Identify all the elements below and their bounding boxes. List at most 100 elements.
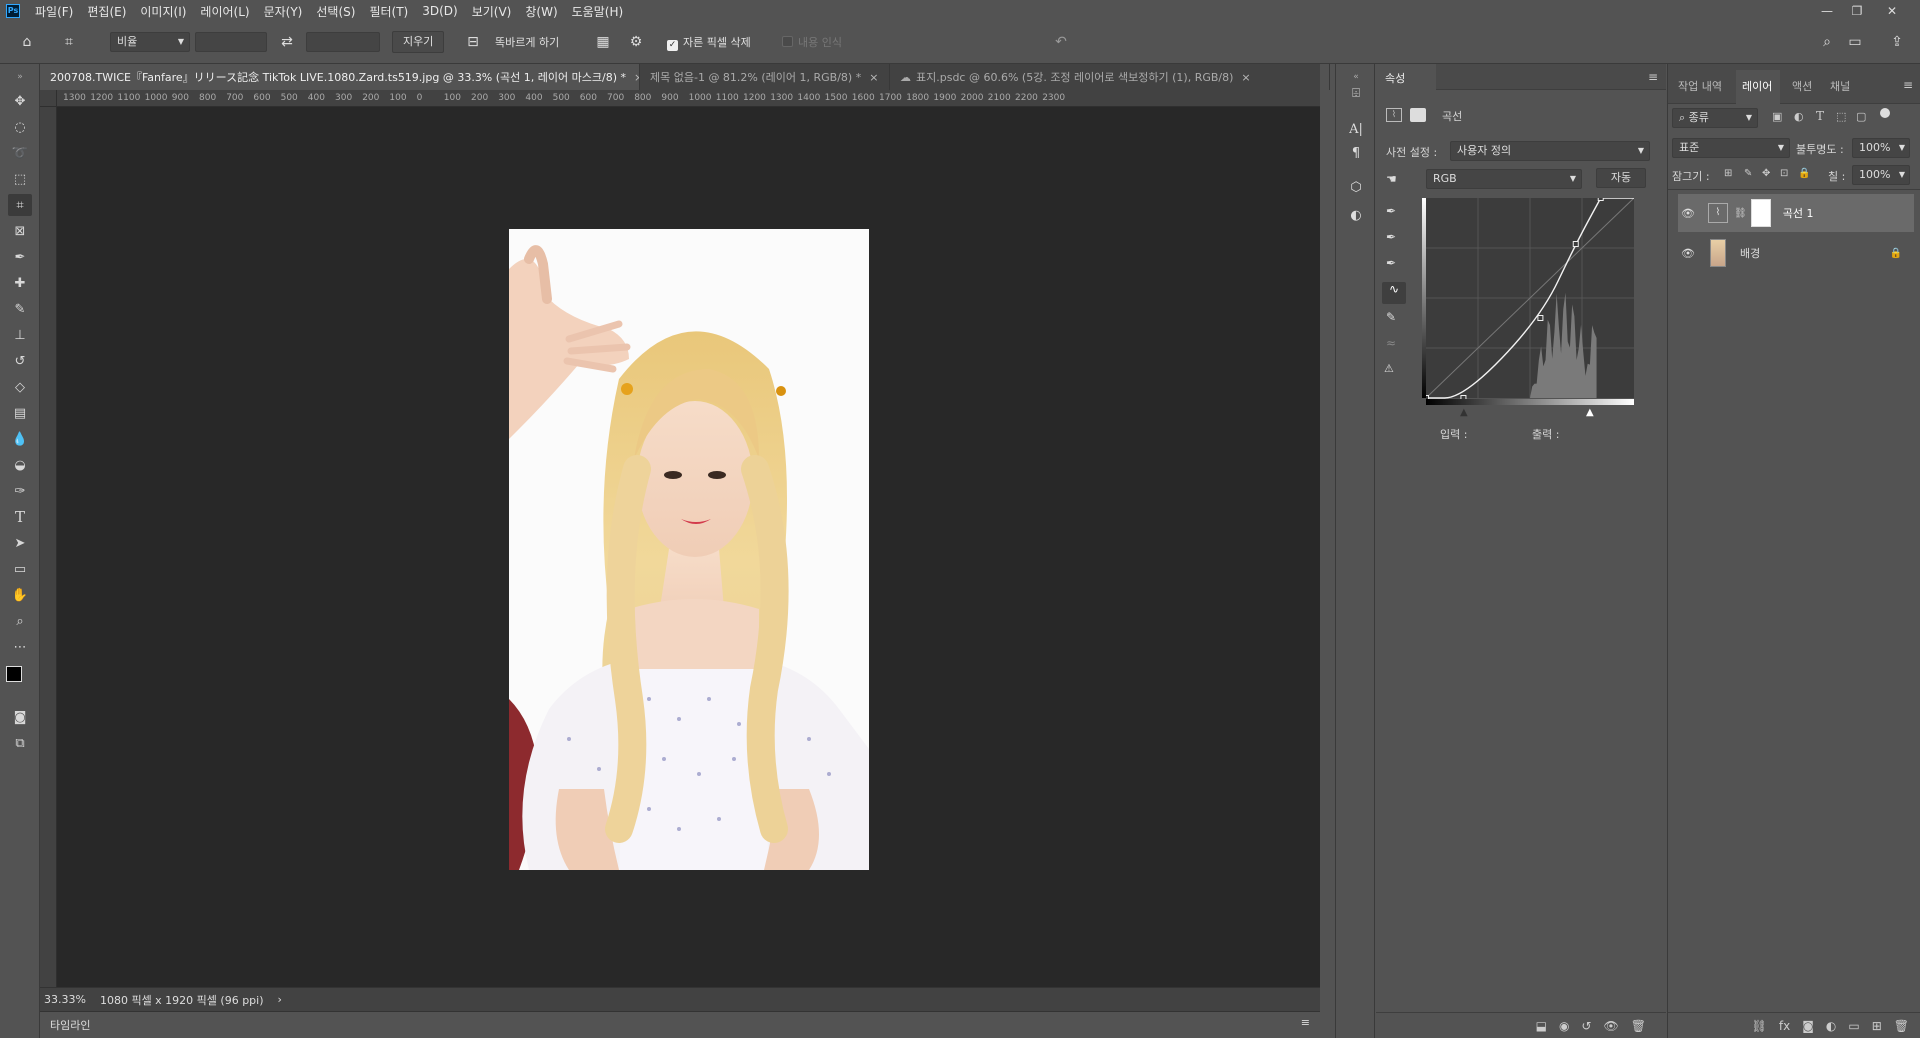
menu-window[interactable]: 창(W)	[518, 3, 564, 20]
delete-cropped-checkbox[interactable]: ✓ 자른 픽셀 삭제	[667, 34, 751, 51]
trash-icon[interactable]: 🗑	[1894, 1019, 1909, 1033]
filter-adjustment-icon[interactable]: ◐	[1794, 110, 1804, 123]
tab-document-2[interactable]: 제목 없음-1 @ 81.2% (레이어 1, RGB/8) * ×	[640, 64, 890, 90]
reset-icon[interactable]: ↺	[1581, 1019, 1591, 1033]
close-tab-icon[interactable]: ×	[869, 71, 878, 84]
expand-toolbar-icon[interactable]: »	[8, 66, 32, 88]
filter-toggle-icon[interactable]	[1880, 108, 1890, 118]
menu-file[interactable]: 파일(F)	[28, 3, 80, 20]
add-mask-icon[interactable]: ◙	[1802, 1019, 1814, 1033]
zoom-level[interactable]: 33.33%	[44, 993, 86, 1006]
home-icon[interactable]: ⌂	[18, 33, 36, 51]
menu-image[interactable]: 이미지(I)	[133, 3, 193, 20]
path-select-icon[interactable]: ➤	[8, 532, 32, 554]
layer-row-background[interactable]: 👁 배경 🔒	[1678, 234, 1914, 272]
layer-mask-thumbnail[interactable]	[1750, 199, 1771, 227]
mask-icon[interactable]	[1410, 108, 1426, 122]
document-image[interactable]	[509, 229, 869, 870]
layer-name[interactable]: 곡선 1	[1783, 205, 1814, 221]
sample-black-icon[interactable]: ✒	[1386, 204, 1396, 218]
curve-point[interactable]	[1572, 241, 1579, 247]
paths-panel-icon[interactable]: ⬡	[1344, 176, 1368, 198]
filter-pixel-icon[interactable]: ▣	[1772, 110, 1782, 123]
type-tool-icon[interactable]: T	[8, 506, 32, 528]
canvas-area[interactable]	[57, 107, 1320, 987]
restore-icon[interactable]: ❐	[1842, 0, 1872, 22]
filter-kind-select[interactable]: ⌕ 종류 ▼	[1672, 108, 1758, 128]
menu-select[interactable]: 선택(S)	[309, 3, 362, 20]
trash-icon[interactable]: 🗑	[1631, 1019, 1646, 1033]
curve-point-tool-icon[interactable]: ∿	[1382, 282, 1406, 304]
filter-shape-icon[interactable]: ⬚	[1836, 110, 1846, 123]
tab-channels[interactable]: 채널	[1830, 78, 1850, 94]
clipping-warning-icon[interactable]: ⚠	[1384, 362, 1394, 375]
content-aware-checkbox[interactable]: 내용 인식	[782, 34, 842, 50]
menu-3d[interactable]: 3D(D)	[415, 4, 464, 18]
share-icon[interactable]: ⇪	[1888, 33, 1906, 51]
lock-transparent-icon[interactable]: ⊞	[1724, 168, 1732, 179]
curves-graph[interactable]	[1422, 195, 1635, 406]
view-previous-icon[interactable]: ◉	[1559, 1019, 1569, 1033]
search-icon[interactable]: ⌕	[1818, 33, 1836, 51]
new-group-icon[interactable]: ▭	[1848, 1019, 1859, 1033]
channel-select[interactable]: RGB ▼	[1426, 169, 1582, 189]
object-select-tool-icon[interactable]: ⬚	[8, 168, 32, 190]
menu-filter[interactable]: 필터(T)	[362, 3, 415, 20]
swap-icon[interactable]: ⇄	[278, 33, 296, 51]
blur-tool-icon[interactable]: 💧	[8, 428, 32, 450]
lock-position-icon[interactable]: ✥	[1762, 168, 1770, 179]
width-input[interactable]	[195, 32, 267, 52]
crop-tool-icon[interactable]: ⌗	[8, 194, 32, 216]
blend-mode-select[interactable]: 표준 ▼	[1672, 138, 1790, 158]
zoom-tool-icon[interactable]: ⌕	[8, 610, 32, 632]
fill-input[interactable]: 100% ▼	[1852, 165, 1910, 185]
gradient-tool-icon[interactable]: ▤	[8, 402, 32, 424]
layer-row-curves[interactable]: 👁 ⌇ ⛓ 곡선 1	[1678, 194, 1914, 232]
filter-type-icon[interactable]: T	[1816, 109, 1824, 123]
curve-point[interactable]	[1597, 195, 1604, 201]
rectangle-tool-icon[interactable]: ▭	[8, 558, 32, 580]
history-brush-icon[interactable]: ↺	[8, 350, 32, 372]
clone-stamp-icon[interactable]: ⊥	[8, 324, 32, 346]
smooth-curve-icon[interactable]: ≈	[1386, 336, 1396, 350]
adjustments-panel-icon[interactable]: ◐	[1344, 204, 1368, 226]
menu-view[interactable]: 보기(V)	[465, 3, 519, 20]
menu-layer[interactable]: 레이어(L)	[193, 3, 256, 20]
filter-smart-object-icon[interactable]: ▢	[1856, 110, 1866, 123]
foreground-color-swatch[interactable]	[6, 666, 22, 682]
clip-to-layer-icon[interactable]: ⬓	[1536, 1019, 1547, 1033]
tab-document-3[interactable]: ☁ 표지.psdc @ 60.6% (5강. 조정 레이어로 색보정하기 (1),…	[890, 64, 1330, 90]
lasso-tool-icon[interactable]: ➰	[8, 142, 32, 164]
crop-tool-preset-icon[interactable]: ⌗	[60, 33, 78, 51]
height-input[interactable]	[306, 32, 380, 52]
workspace-icon[interactable]: ▭	[1846, 33, 1864, 51]
paragraph-panel-icon[interactable]: ¶	[1344, 142, 1368, 164]
curve-point[interactable]	[1537, 315, 1544, 321]
panel-menu-icon[interactable]: ≡	[1903, 78, 1913, 92]
menu-help[interactable]: 도움말(H)	[565, 3, 631, 20]
panel-menu-icon[interactable]: ≡	[1301, 1016, 1310, 1029]
link-icon[interactable]: ⛓	[1734, 208, 1747, 219]
fx-icon[interactable]: fx	[1779, 1019, 1790, 1033]
close-icon[interactable]: ✕	[1877, 0, 1907, 22]
straighten-label[interactable]: 똑바르게 하기	[495, 34, 559, 50]
gear-icon[interactable]: ⚙	[627, 33, 645, 51]
ruler-origin[interactable]	[40, 90, 57, 107]
tab-properties[interactable]: 속성	[1376, 64, 1436, 90]
minimize-icon[interactable]: —	[1812, 0, 1842, 22]
visibility-icon[interactable]: 👁	[1604, 1019, 1619, 1033]
close-tab-icon[interactable]: ×	[1241, 71, 1250, 84]
tab-layers[interactable]: 레이어	[1742, 78, 1772, 94]
layer-name[interactable]: 배경	[1740, 245, 1760, 261]
tab-history[interactable]: 작업 내역	[1678, 78, 1722, 94]
tab-document-1[interactable]: 200708.TWICE『Fanfare』リリース記念 TikTok LIVE.…	[40, 64, 640, 90]
straighten-icon[interactable]: ⊟	[464, 33, 482, 51]
screen-mode-icon[interactable]: ⧉	[8, 732, 32, 754]
pencil-draw-icon[interactable]: ✎	[1386, 310, 1396, 324]
opacity-input[interactable]: 100% ▼	[1852, 138, 1910, 158]
tab-actions[interactable]: 액션	[1792, 78, 1812, 94]
lock-all-icon[interactable]: 🔒	[1798, 168, 1810, 179]
marquee-tool-icon[interactable]: ◌	[8, 116, 32, 138]
undo-icon[interactable]: ↶	[1052, 33, 1070, 51]
link-layers-icon[interactable]: ⛓	[1752, 1019, 1767, 1033]
